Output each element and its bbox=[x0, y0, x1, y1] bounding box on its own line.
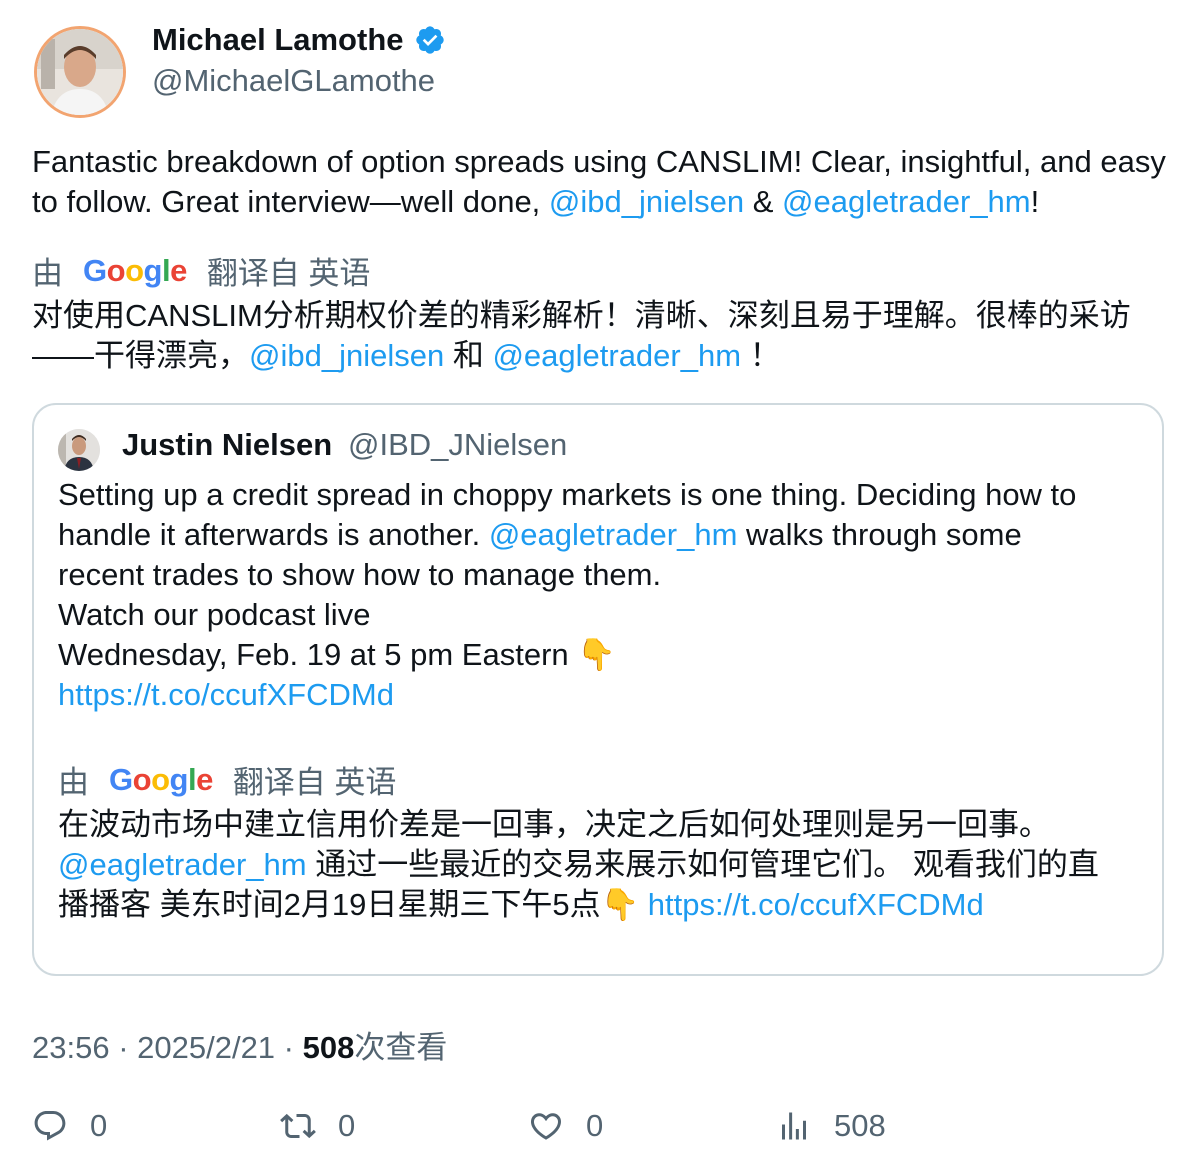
quoted-tweet-text: Setting up a credit spread in choppy mar… bbox=[58, 475, 1138, 715]
quoted-translation-attribution: 由 Google 翻译自 英语 bbox=[58, 757, 396, 802]
quoted-author-avatar[interactable] bbox=[58, 429, 100, 471]
tweet-date[interactable]: 2025/2/21 bbox=[137, 1030, 275, 1065]
translated-by-label: 由 bbox=[32, 256, 63, 291]
heart-icon bbox=[530, 1113, 562, 1140]
view-label: 次查看 bbox=[354, 1030, 448, 1065]
mention-link[interactable]: @eagletrader_hm bbox=[782, 184, 1031, 219]
quoted-link[interactable]: https://t.co/ccufXFCDMd bbox=[58, 675, 1138, 715]
reply-button[interactable]: 0 bbox=[32, 1108, 107, 1144]
quoted-translated-line: 播播客 美东时间2月19日星期三下午5点👇 https://t.co/ccufX… bbox=[58, 887, 984, 922]
quoted-author-name[interactable]: Justin Nielsen bbox=[122, 427, 332, 463]
mention-link[interactable]: @eagletrader_hm bbox=[489, 517, 738, 552]
translation-attribution: 由 Google 翻译自 英语 bbox=[32, 248, 370, 293]
google-logo: Google bbox=[109, 761, 213, 797]
author-avatar[interactable] bbox=[34, 26, 126, 118]
translated-by-label: 由 bbox=[58, 765, 89, 800]
quoted-text-line: handle it afterwards is another. @eaglet… bbox=[58, 517, 1022, 552]
reply-count: 0 bbox=[90, 1108, 108, 1143]
views-count: 508 bbox=[834, 1108, 886, 1143]
author-name[interactable]: Michael Lamothe bbox=[152, 22, 446, 58]
retweet-icon bbox=[280, 1113, 316, 1139]
quoted-translated-link[interactable]: https://t.co/ccufXFCDMd bbox=[648, 887, 984, 922]
translated-from-label: 翻译自 英语 bbox=[232, 765, 397, 800]
bar-chart-icon bbox=[782, 1112, 806, 1140]
quoted-text-line: Watch our podcast live bbox=[58, 597, 371, 632]
tweet-text-end: ! bbox=[1030, 184, 1040, 219]
quoted-author-handle[interactable]: @IBD_JNielsen bbox=[348, 427, 567, 463]
quoted-translated-line: 在波动市场中建立信用价差是一回事，决定之后如何处理则是另一回事。 bbox=[58, 807, 1050, 842]
retweet-button[interactable]: 0 bbox=[280, 1108, 355, 1144]
tweet-text: Fantastic breakdown of option spreads us… bbox=[32, 142, 1172, 222]
author-handle[interactable]: @MichaelGLamothe bbox=[152, 63, 435, 99]
translated-from-label: 翻译自 英语 bbox=[206, 256, 371, 291]
verified-badge-icon bbox=[415, 26, 444, 54]
tweet-text-amp: & bbox=[744, 184, 783, 219]
mention-link[interactable]: @eagletrader_hm bbox=[58, 847, 307, 882]
quoted-translated-line: @eagletrader_hm 通过一些最近的交易来展示如何管理它们。 观看我们… bbox=[58, 847, 1099, 882]
author-name-label[interactable]: Michael Lamothe bbox=[152, 22, 404, 58]
mention-link[interactable]: @ibd_jnielsen bbox=[549, 184, 744, 219]
google-logo: Google bbox=[83, 252, 187, 288]
quoted-text-line: Setting up a credit spread in choppy mar… bbox=[58, 477, 1077, 512]
translated-text-end: ！ bbox=[741, 338, 781, 373]
translated-text-mid: 和 bbox=[444, 338, 493, 373]
reply-icon bbox=[34, 1111, 66, 1141]
tweet-meta: 23:56 · 2025/2/21 · 508次查看 bbox=[32, 1030, 448, 1065]
quoted-tweet-card[interactable]: Justin Nielsen @IBD_JNielsen Setting up … bbox=[32, 403, 1164, 976]
mention-link[interactable]: @ibd_jnielsen bbox=[249, 338, 444, 373]
quoted-text-line: recent trades to show how to manage them… bbox=[58, 557, 662, 592]
tweet-time[interactable]: 23:56 bbox=[32, 1030, 110, 1065]
quoted-translated-text: 在波动市场中建立信用价差是一回事，决定之后如何处理则是另一回事。 @eaglet… bbox=[58, 805, 1148, 925]
like-button[interactable]: 0 bbox=[528, 1108, 603, 1144]
action-bar: 0 0 0 508 bbox=[0, 1108, 1196, 1152]
retweet-count: 0 bbox=[338, 1108, 356, 1143]
quoted-text-line: Wednesday, Feb. 19 at 5 pm Eastern 👇 bbox=[58, 637, 616, 672]
translated-text: 对使用CANSLIM分析期权价差的精彩解析！清晰、深刻且易于理解。很棒的采访——… bbox=[32, 296, 1172, 376]
views-button[interactable]: 508 bbox=[776, 1108, 886, 1144]
mention-link[interactable]: @eagletrader_hm bbox=[492, 338, 741, 373]
like-count: 0 bbox=[586, 1108, 604, 1143]
view-count: 508 bbox=[302, 1030, 355, 1065]
